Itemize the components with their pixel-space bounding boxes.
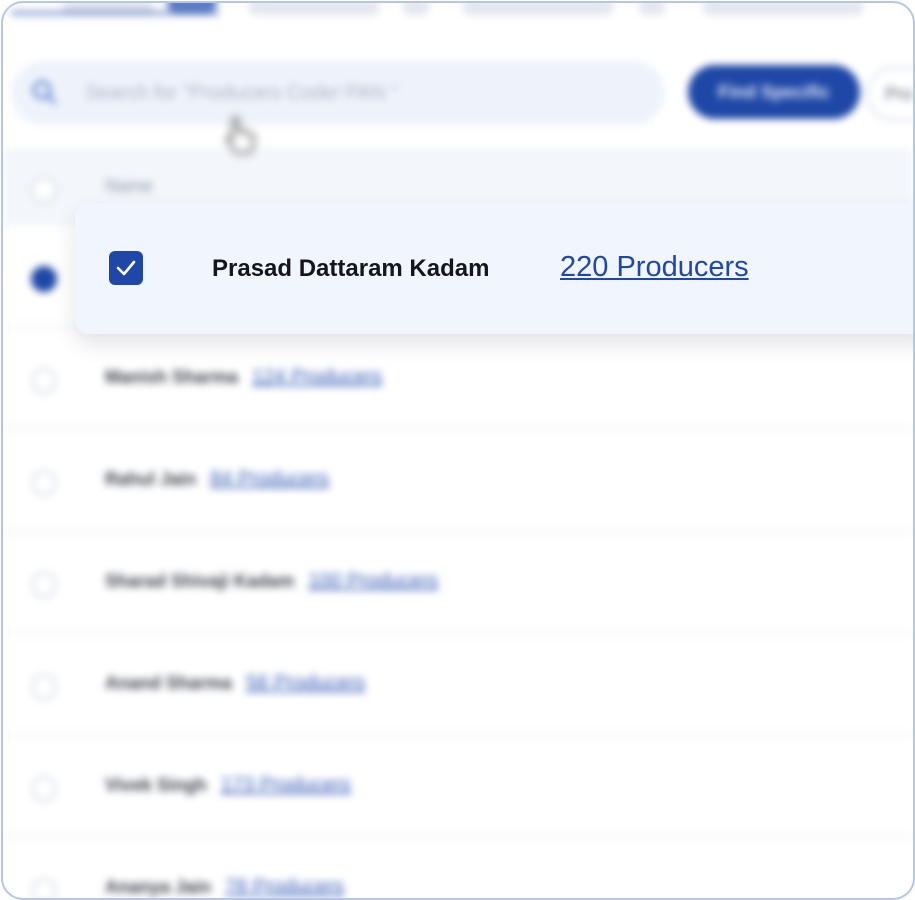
row-producers-link[interactable]: 173 Producers — [221, 774, 351, 796]
search-icon — [32, 80, 57, 105]
selected-row-producers-link[interactable]: 220 Producers — [560, 251, 749, 284]
row-name-text: Anand Sharma — [105, 673, 233, 693]
secondary-filter-button[interactable]: Pro — [867, 67, 913, 121]
row-name: Sharad Shivaji Kadam 100 Producers — [105, 570, 438, 593]
selected-row-name: Prasad Dattaram Kadam — [212, 255, 490, 282]
list-row[interactable]: Ananya Jain 78 Producers — [3, 838, 913, 898]
hand-cursor-icon — [226, 116, 256, 154]
row-checkbox[interactable] — [31, 266, 57, 292]
search-input[interactable] — [83, 77, 647, 109]
row-name-text: Rahul Jain — [105, 469, 197, 489]
list-row[interactable]: Rahul Jain 84 Producers — [3, 430, 913, 532]
search-bar[interactable] — [11, 61, 665, 125]
row-name-text: Manish Sharma — [105, 367, 239, 387]
row-name-text: Vivek Singh — [105, 775, 207, 795]
select-all-checkbox[interactable] — [31, 177, 57, 203]
column-header-name: Name — [105, 176, 154, 196]
row-checkbox[interactable] — [31, 470, 57, 496]
tab-bar — [3, 3, 913, 25]
tab-3-badge — [639, 3, 665, 15]
row-checkbox[interactable] — [31, 368, 57, 394]
row-producers-link[interactable]: 100 Producers — [308, 570, 438, 592]
row-name: Vivek Singh 173 Producers — [105, 774, 351, 797]
row-checkbox[interactable] — [31, 776, 57, 802]
list-row[interactable]: Sharad Shivaji Kadam 100 Producers — [3, 532, 913, 634]
row-producers-link[interactable]: 124 Producers — [252, 366, 382, 388]
selected-row-checkbox[interactable] — [109, 251, 143, 285]
row-checkbox[interactable] — [31, 572, 57, 598]
row-checkbox[interactable] — [31, 878, 57, 898]
row-checkbox[interactable] — [31, 674, 57, 700]
row-producers-link[interactable]: 78 Producers — [225, 876, 344, 898]
app-frame: Find Specific Pro Name Manish Sharma 124 … — [1, 1, 915, 900]
row-name: Anand Sharma 56 Producers — [105, 672, 365, 695]
row-name-text: Sharad Shivaji Kadam — [105, 571, 295, 591]
list-row[interactable]: Vivek Singh 173 Producers — [3, 736, 913, 838]
selected-row-card[interactable]: Prasad Dattaram Kadam 220 Producers — [75, 203, 913, 334]
tab-3[interactable] — [463, 3, 613, 15]
find-specific-button[interactable]: Find Specific — [688, 65, 860, 119]
row-name: Manish Sharma 124 Producers — [105, 366, 382, 389]
tab-2[interactable] — [249, 3, 379, 15]
row-producers-link[interactable]: 84 Producers — [210, 468, 329, 490]
check-icon — [116, 260, 136, 276]
row-name: Ananya Jain 78 Producers — [105, 876, 344, 898]
row-name-text: Ananya Jain — [105, 877, 212, 897]
row-producers-link[interactable]: 56 Producers — [246, 672, 365, 694]
list-row[interactable]: Manish Sharma 124 Producers — [3, 328, 913, 430]
tab-4[interactable] — [703, 3, 863, 15]
row-name: Rahul Jain 84 Producers — [105, 468, 329, 491]
background-page: Find Specific Pro Name Manish Sharma 124 … — [3, 3, 913, 898]
active-tab-indicator — [11, 11, 219, 15]
tab-2-badge — [403, 3, 429, 15]
list-row[interactable]: Anand Sharma 56 Producers — [3, 634, 913, 736]
